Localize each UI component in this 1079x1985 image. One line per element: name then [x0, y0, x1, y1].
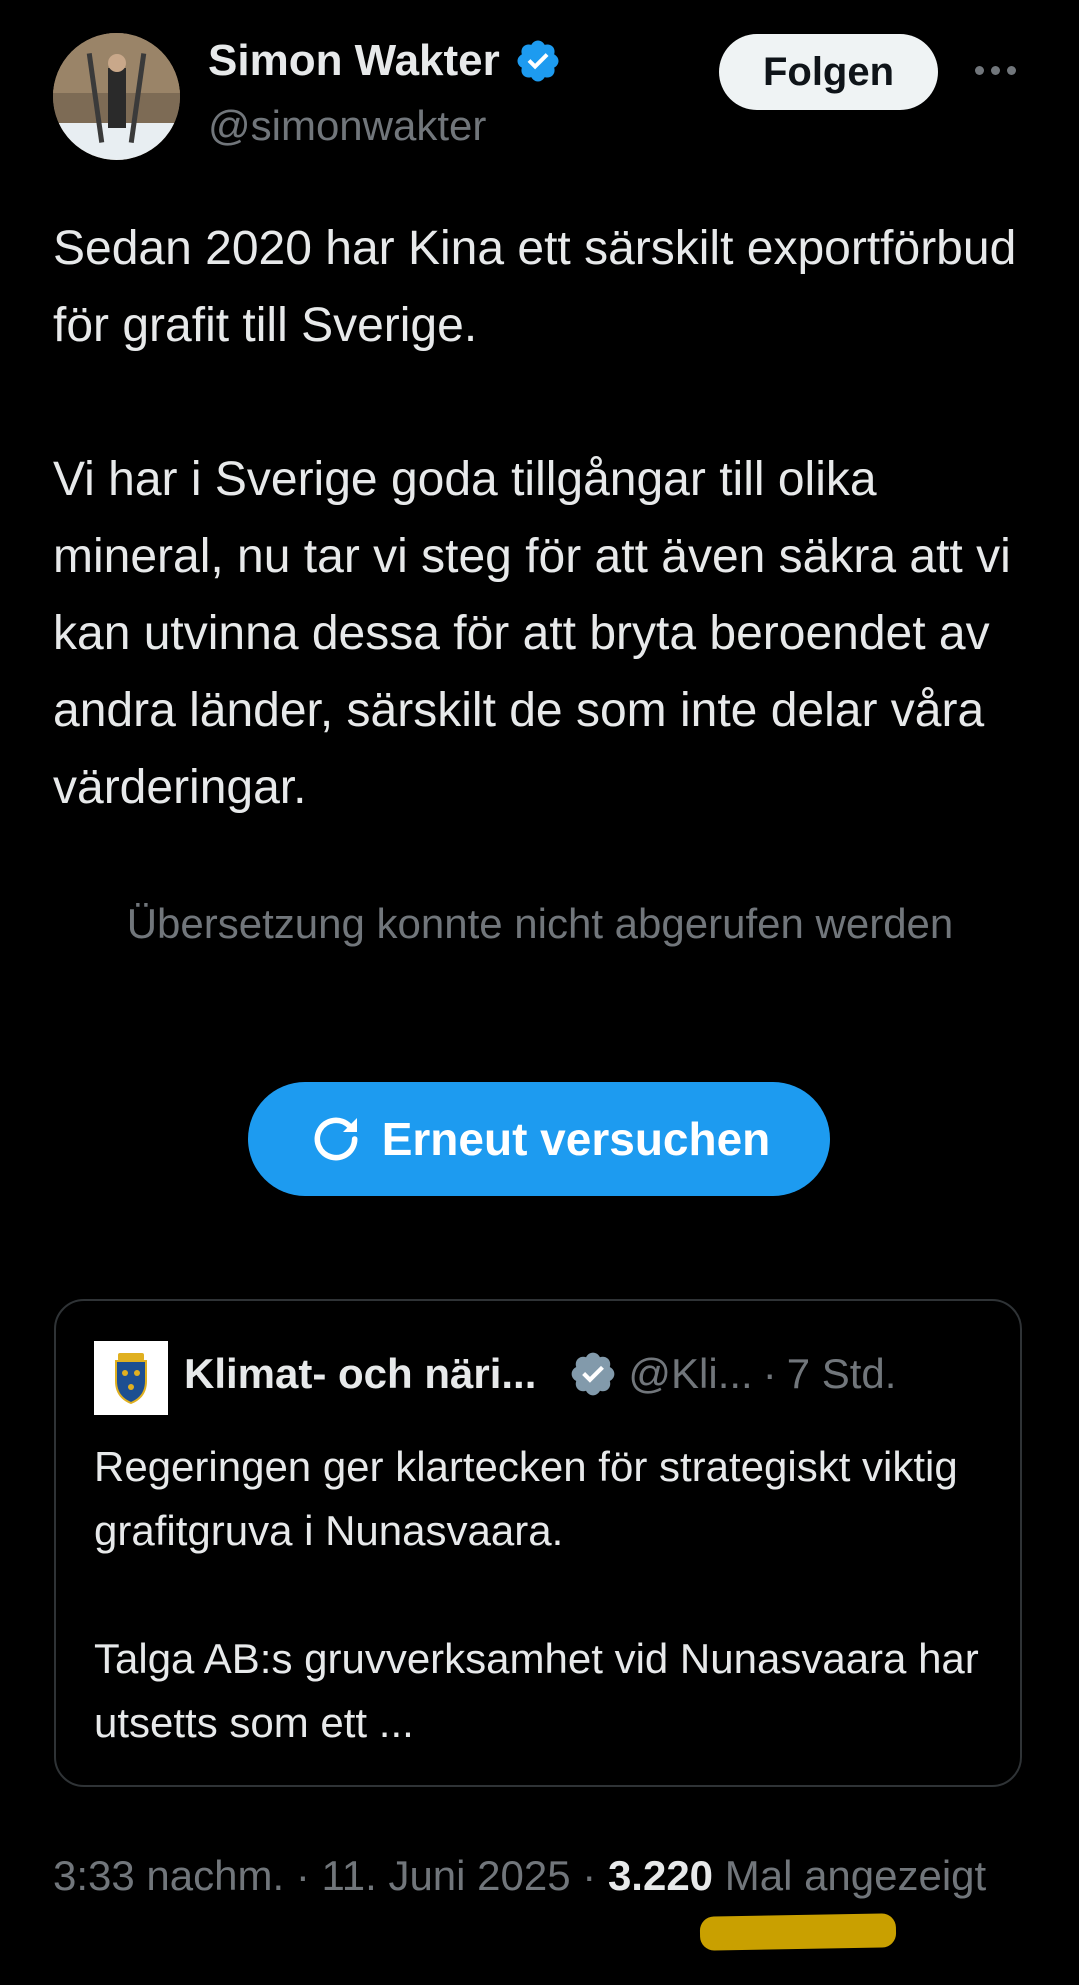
tweet-paragraph: Vi har i Sverige goda tillgångar till ol… — [53, 453, 1011, 814]
author-name-row: Simon Wakter — [208, 36, 562, 86]
tweet-time[interactable]: 3:33 nachm. — [53, 1852, 284, 1899]
tweet-text: Sedan 2020 har Kina ett särskilt exportf… — [53, 210, 1038, 826]
author-name[interactable]: Simon Wakter — [208, 36, 500, 86]
government-logo-icon — [94, 1341, 168, 1415]
meta-separator: · — [582, 1852, 597, 1899]
tweet-paragraph: Sedan 2020 har Kina ett särskilt exportf… — [53, 222, 1017, 352]
quoted-author-name[interactable]: Klimat- och näri... — [184, 1350, 536, 1398]
quoted-tweet-text: Regeringen ger klartecken för strategisk… — [94, 1435, 984, 1755]
avatar[interactable] — [53, 33, 180, 160]
verified-badge-icon — [514, 37, 562, 85]
translation-error-message: Übersetzung konnte nicht abgerufen werde… — [126, 900, 954, 947]
quoted-timestamp: 7 Std. — [786, 1350, 897, 1397]
tweet-date[interactable]: 11. Juni 2025 — [322, 1852, 571, 1899]
quoted-separator: · — [762, 1350, 777, 1397]
quoted-author-handle: @Kli... — [628, 1350, 753, 1397]
author-handle[interactable]: @simonwakter — [208, 102, 486, 150]
follow-button[interactable]: Folgen — [719, 34, 938, 110]
more-options-icon[interactable] — [965, 50, 1025, 90]
meta-separator: · — [295, 1852, 310, 1899]
government-verified-icon — [568, 1349, 618, 1399]
retry-translation-button[interactable]: Erneut versuchen — [248, 1082, 830, 1196]
retry-label: Erneut versuchen — [381, 1113, 771, 1165]
quoted-paragraph: Talga AB:s gruvverksamhet vid Nunasvaara… — [94, 1635, 979, 1746]
quoted-tweet-card[interactable]: Klimat- och näri... @Kli... · 7 Std. Reg… — [54, 1299, 1022, 1787]
tweet-meta: 3:33 nachm. · 11. Juni 2025 · 3.220 Mal … — [53, 1840, 1038, 1912]
quoted-paragraph: Regeringen ger klartecken för strategisk… — [94, 1443, 958, 1554]
refresh-icon — [308, 1111, 364, 1167]
views-label: Mal angezeigt — [724, 1852, 987, 1899]
highlighter-mark — [699, 1913, 897, 1951]
views-count: 3.220 — [607, 1852, 714, 1899]
quoted-tweet-header: Klimat- och näri... @Kli... · 7 Std. — [184, 1349, 896, 1399]
